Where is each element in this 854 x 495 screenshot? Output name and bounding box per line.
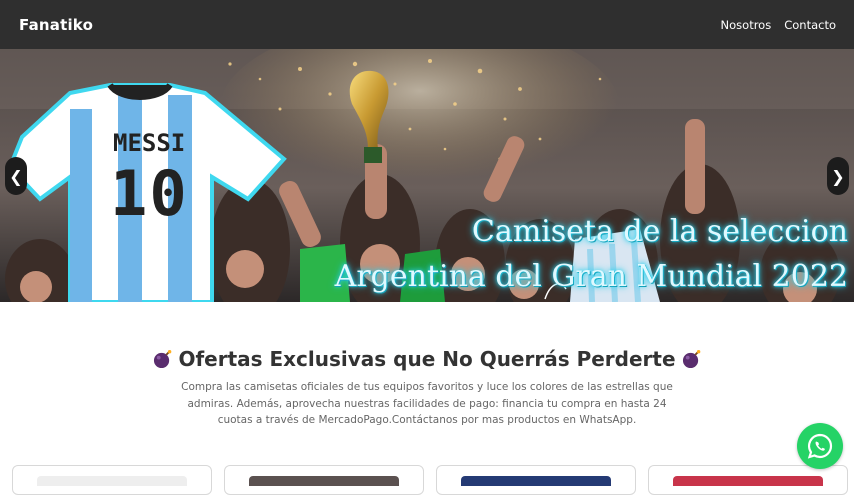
product-image — [37, 476, 187, 486]
product-image — [461, 476, 611, 486]
product-card[interactable] — [648, 465, 848, 495]
jersey-name: MESSI — [113, 129, 186, 157]
product-cards — [12, 465, 848, 495]
product-image — [673, 476, 823, 486]
bomb-icon — [682, 349, 700, 368]
hero-carousel: MESSI 10 Camiseta de la seleccion Argent… — [0, 49, 854, 302]
offers-title: Ofertas Exclusivas que No Querrás Perder… — [178, 347, 676, 371]
product-card[interactable] — [12, 465, 212, 495]
product-card[interactable] — [224, 465, 424, 495]
nav-link-nosotros[interactable]: Nosotros — [721, 18, 772, 32]
product-card[interactable] — [436, 465, 636, 495]
chevron-left-icon: ❮ — [9, 166, 23, 186]
chevron-right-icon: ❯ — [831, 166, 845, 186]
navbar: Fanatiko Nosotros Contacto — [0, 0, 854, 49]
carousel-prev-button[interactable]: ❮ — [5, 157, 27, 195]
offers-heading: Ofertas Exclusivas que No Querrás Perder… — [0, 347, 854, 371]
hero-title: Camiseta de la seleccion Argentina del G… — [248, 209, 848, 299]
nav-links: Nosotros Contacto — [721, 18, 836, 32]
carousel-next-button[interactable]: ❯ — [827, 157, 849, 195]
hero-title-line-2: Argentina del Gran Mundial 2022 — [334, 259, 848, 294]
brand-logo[interactable]: Fanatiko — [19, 16, 93, 34]
jersey-number: 10 — [110, 157, 189, 230]
bomb-icon — [154, 349, 172, 368]
whatsapp-button[interactable] — [797, 423, 843, 469]
whatsapp-icon — [807, 433, 833, 459]
hero-title-line-1: Camiseta de la seleccion — [471, 214, 848, 249]
nav-link-contacto[interactable]: Contacto — [784, 18, 836, 32]
offers-description: Compra las camisetas oficiales de tus eq… — [181, 381, 673, 426]
product-image — [249, 476, 399, 486]
